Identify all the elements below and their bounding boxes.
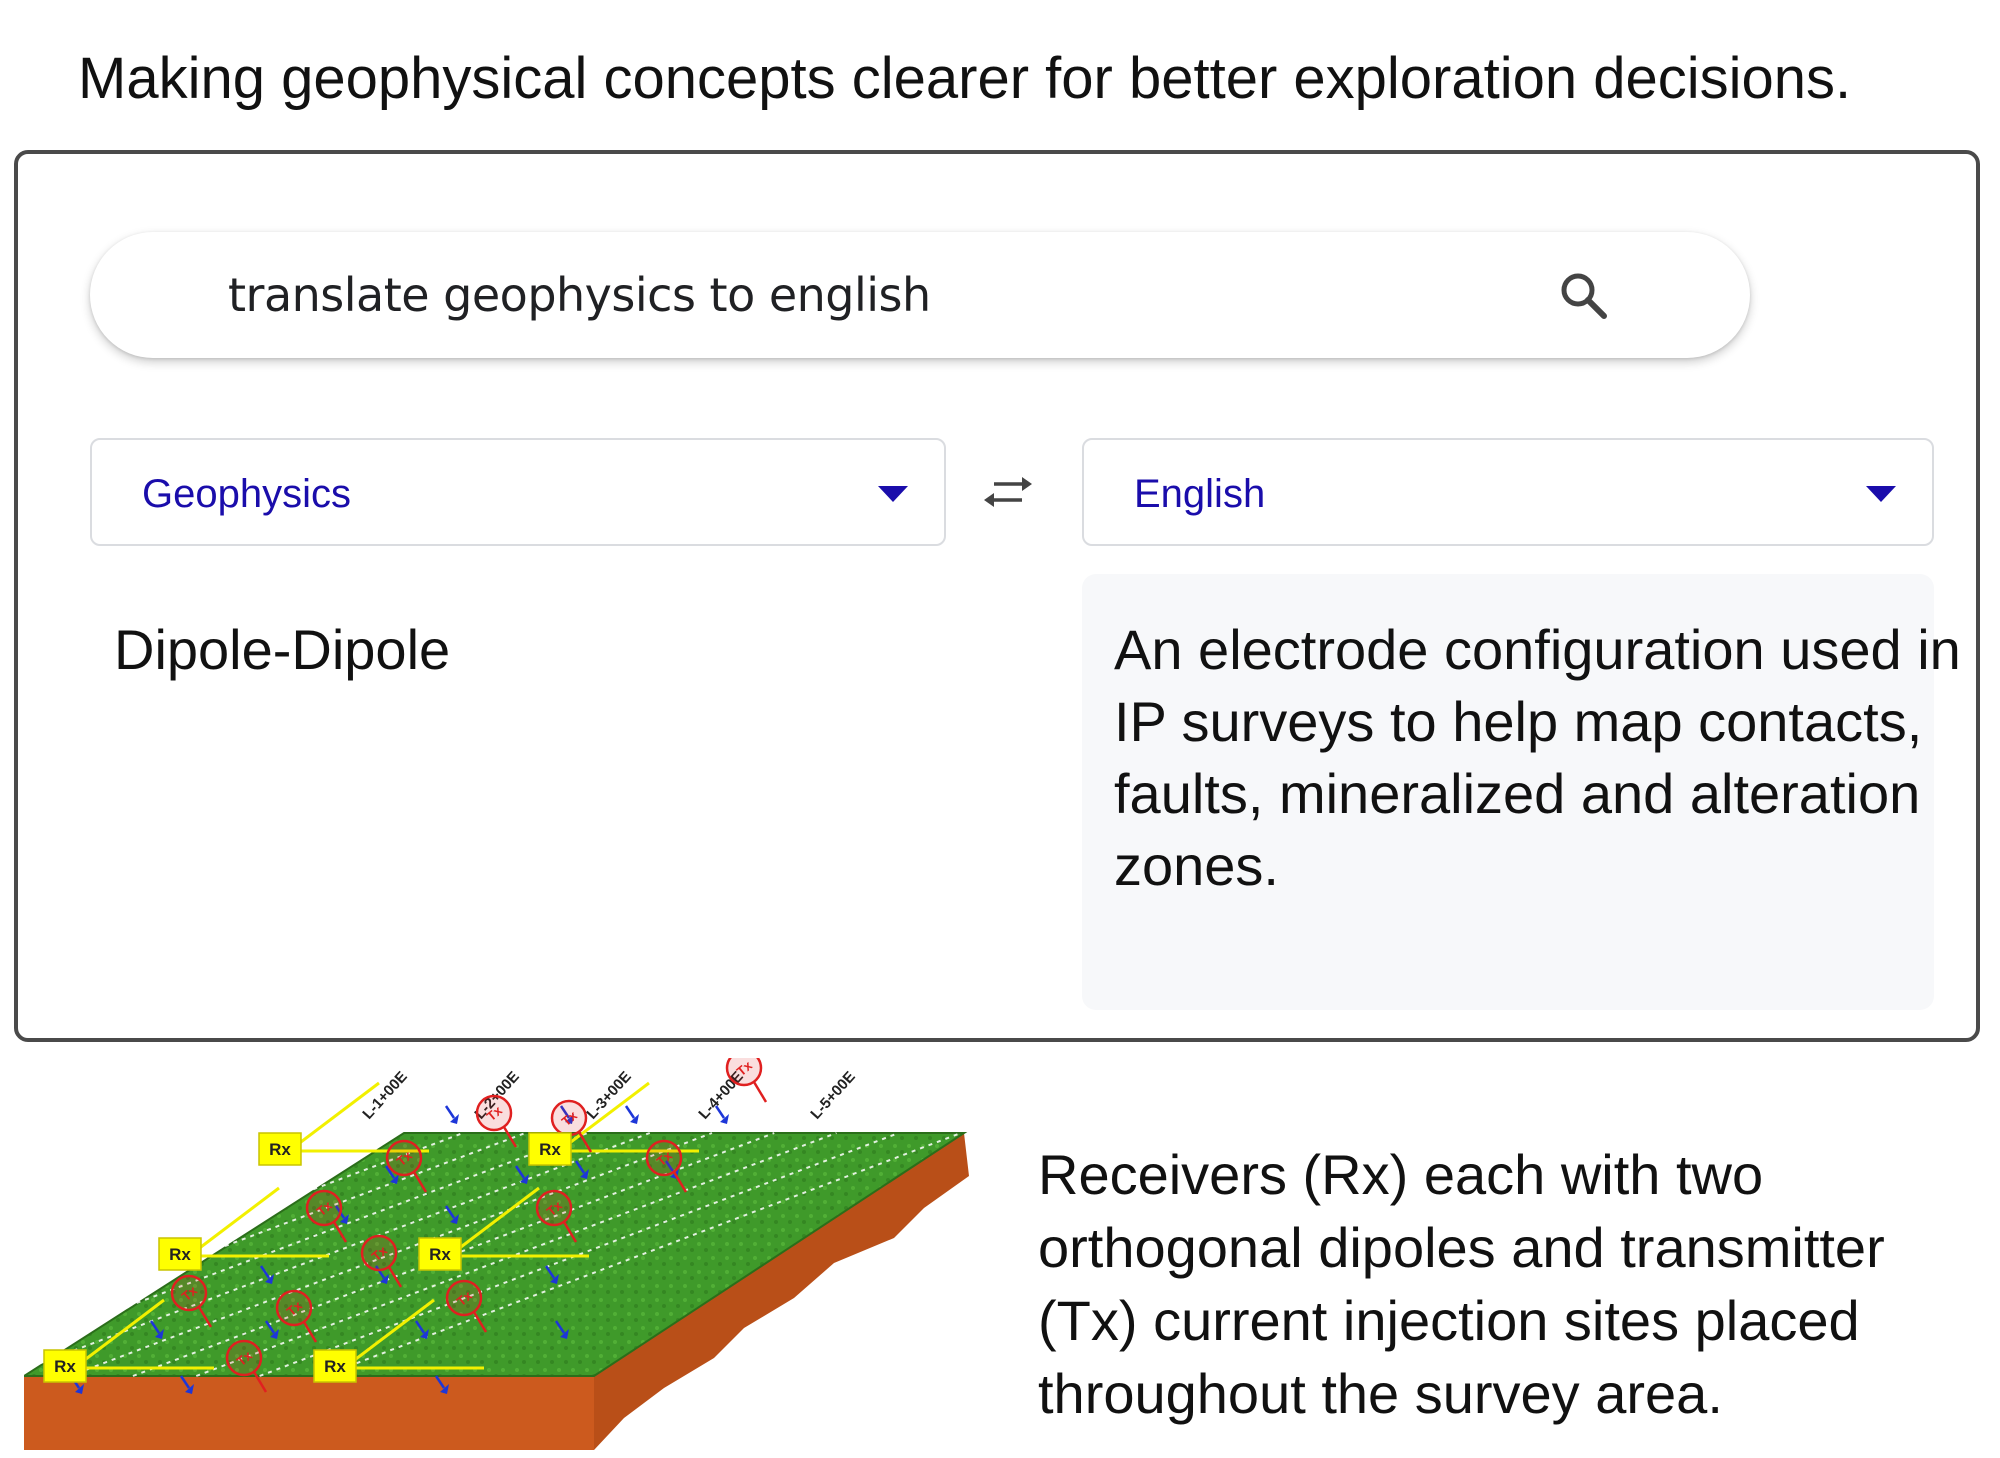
source-language-select[interactable]: Geophysics — [90, 438, 946, 546]
translation-text: An electrode configuration used in IP su… — [1114, 618, 1961, 897]
swap-languages-icon[interactable] — [980, 472, 1036, 512]
line-label: L-1+00E — [359, 1068, 410, 1122]
target-language-select[interactable]: English — [1082, 438, 1934, 546]
receiver-label: Rx — [54, 1357, 76, 1376]
translator-panel: translate geophysics to english Geophysi… — [14, 150, 1980, 1042]
source-text[interactable]: Dipole-Dipole — [114, 614, 450, 686]
survey-layout-diagram: L-1+00EL-2+00EL-3+00EL-4+00EL-5+00E TxTx… — [24, 1058, 969, 1450]
source-language-label: Geophysics — [142, 472, 351, 516]
target-language-label: English — [1134, 472, 1266, 516]
receiver-label: Rx — [324, 1357, 346, 1376]
transmitter-lead — [752, 1081, 768, 1103]
search-icon[interactable] — [1556, 268, 1612, 324]
receiver-label: Rx — [269, 1140, 291, 1159]
chevron-down-icon — [878, 486, 908, 502]
chevron-down-icon — [1866, 486, 1896, 502]
receiver-label: Rx — [429, 1245, 451, 1264]
receiver-label: Rx — [539, 1140, 561, 1159]
translation-output: An electrode configuration used in IP su… — [1082, 574, 1961, 1010]
diagram-caption: Receivers (Rx) each with two orthogonal … — [1038, 1143, 1885, 1425]
headline: Making geophysical concepts clearer for … — [78, 46, 1852, 111]
search-query-text[interactable]: translate geophysics to english — [228, 266, 931, 324]
line-label: L-5+00E — [807, 1068, 858, 1122]
soil-front-face — [24, 1376, 594, 1450]
arrow-icon — [444, 1105, 456, 1119]
arrow-icon — [624, 1105, 636, 1119]
search-bar[interactable]: translate geophysics to english — [90, 232, 1750, 358]
receiver-label: Rx — [169, 1245, 191, 1264]
